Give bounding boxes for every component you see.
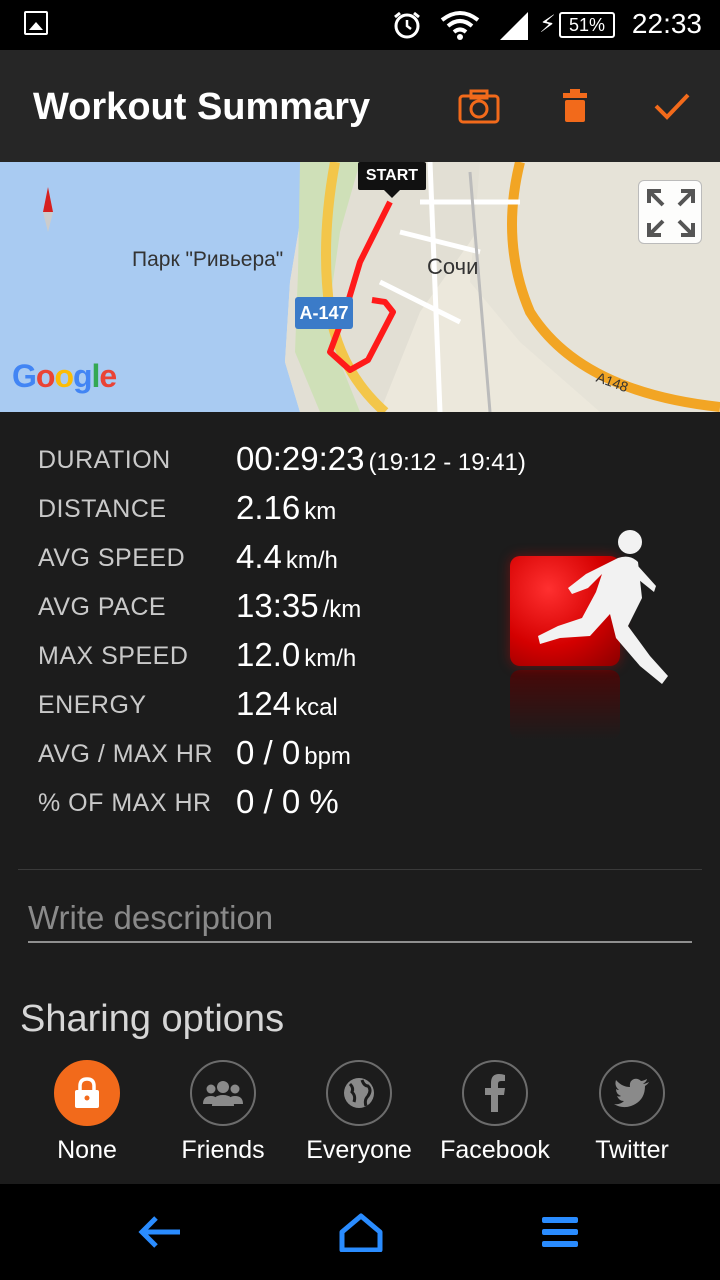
stat-value: 12.0 km/h xyxy=(236,636,356,674)
stat-label: AVG PACE xyxy=(38,593,167,621)
share-option-twitter[interactable]: Twitter xyxy=(572,1060,692,1170)
route-map[interactable]: Парк "Ривьера" Сочи A-147 A148 START Goo… xyxy=(0,162,720,412)
heart-rate-value: 0 / 0 xyxy=(236,734,301,771)
share-circle[interactable] xyxy=(54,1060,120,1126)
share-option-facebook[interactable]: Facebook xyxy=(435,1060,555,1170)
trash-icon xyxy=(563,89,587,122)
city-label: Сочи xyxy=(427,254,479,279)
stat-value: 13:35/km xyxy=(236,587,361,625)
save-button[interactable] xyxy=(646,80,698,132)
twitter-icon xyxy=(614,1078,649,1108)
charging-icon: ⚡ xyxy=(539,11,556,38)
people-icon xyxy=(203,1081,243,1106)
start-marker: START xyxy=(358,162,426,198)
alarm-icon xyxy=(394,11,420,39)
sharing-options-title: Sharing options xyxy=(20,998,285,1040)
share-label: None xyxy=(57,1136,117,1164)
description-input[interactable] xyxy=(28,895,692,943)
back-button[interactable] xyxy=(130,1202,190,1262)
section-divider xyxy=(18,869,702,870)
signal-icon xyxy=(500,12,528,40)
running-icon xyxy=(538,530,668,684)
status-icons xyxy=(392,10,530,40)
google-logo: Google xyxy=(12,358,117,394)
share-option-friends[interactable]: Friends xyxy=(163,1060,283,1170)
stat-label: DURATION xyxy=(38,446,171,474)
status-bar: ⚡ 51% 22:33 xyxy=(0,0,720,50)
stat-value: 2.16 km xyxy=(236,489,336,527)
back-icon xyxy=(138,1216,180,1248)
status-time: 22:33 xyxy=(631,8,702,39)
expand-map-button[interactable] xyxy=(638,180,702,244)
stat-value: 0 / 0 bpm xyxy=(236,734,351,772)
stat-label: ENERGY xyxy=(38,691,147,719)
distance-value: 2.16 xyxy=(236,489,301,526)
share-option-none[interactable]: None xyxy=(27,1060,147,1170)
menu-icon xyxy=(542,1217,578,1247)
share-circle[interactable] xyxy=(462,1060,528,1126)
stat-value: 4.4 km/h xyxy=(236,538,338,576)
stat-label: AVG / MAX HR xyxy=(38,740,214,768)
stat-label: % OF MAX HR xyxy=(38,789,212,817)
home-icon xyxy=(339,1213,383,1252)
duration-range: (19:12 - 19:41) xyxy=(368,449,526,476)
duration-value: 00:29:23 xyxy=(236,440,365,477)
avg-pace-unit: /km xyxy=(322,596,362,623)
lock-icon xyxy=(75,1077,99,1108)
battery-indicator: 51% xyxy=(559,12,615,38)
stat-value: 124 kcal xyxy=(236,685,338,723)
camera-icon xyxy=(458,89,500,124)
share-circle[interactable] xyxy=(599,1060,665,1126)
avg-pace-value: 13:35 xyxy=(236,587,319,624)
energy-unit: kcal xyxy=(295,694,338,721)
facebook-icon xyxy=(485,1074,505,1112)
max-speed-value: 12.0 xyxy=(236,636,301,673)
max-speed-unit: km/h xyxy=(304,645,357,672)
stat-value: 00:29:23 (19:12 - 19:41) xyxy=(236,440,526,478)
share-label: Facebook xyxy=(440,1136,550,1164)
stat-duration: DURATION 00:29:23 (19:12 - 19:41) xyxy=(38,440,598,480)
home-button[interactable] xyxy=(331,1202,391,1262)
globe-icon xyxy=(344,1078,374,1108)
checkmark-icon xyxy=(654,93,690,120)
avg-speed-unit: km/h xyxy=(285,547,338,574)
page-title: Workout Summary xyxy=(33,86,371,128)
image-notification-icon xyxy=(24,11,48,35)
stat-label: AVG SPEED xyxy=(38,544,186,572)
app-bar: Workout Summary xyxy=(0,50,720,162)
distance-unit: km xyxy=(304,498,337,525)
delete-button[interactable] xyxy=(549,80,601,132)
max-hr-percent-value: 0 / 0 % xyxy=(236,783,339,820)
stat-label: MAX SPEED xyxy=(38,642,189,670)
energy-value: 124 xyxy=(236,685,292,722)
avg-speed-value: 4.4 xyxy=(236,538,282,575)
camera-button[interactable] xyxy=(453,80,505,132)
wifi-icon xyxy=(440,11,480,40)
expand-icon xyxy=(647,189,695,237)
share-circle[interactable] xyxy=(190,1060,256,1126)
navigation-bar xyxy=(0,1184,720,1280)
stat-value: 0 / 0 % xyxy=(236,783,339,821)
menu-button[interactable] xyxy=(530,1202,590,1262)
heart-rate-unit: bpm xyxy=(304,743,351,770)
share-label: Friends xyxy=(181,1136,265,1164)
share-label: Everyone xyxy=(306,1136,412,1164)
road-shield: A-147 xyxy=(295,297,353,329)
stat-distance: DISTANCE 2.16 km xyxy=(38,489,598,529)
share-option-everyone[interactable]: Everyone xyxy=(299,1060,419,1170)
share-circle[interactable] xyxy=(326,1060,392,1126)
park-label: Парк "Ривьера" xyxy=(132,248,284,271)
stat-heart-rate: AVG / MAX HR 0 / 0 bpm xyxy=(38,734,598,774)
stat-max-hr-percent: % OF MAX HR 0 / 0 % xyxy=(38,783,598,823)
stat-label: DISTANCE xyxy=(38,495,167,523)
share-label: Twitter xyxy=(595,1136,669,1164)
